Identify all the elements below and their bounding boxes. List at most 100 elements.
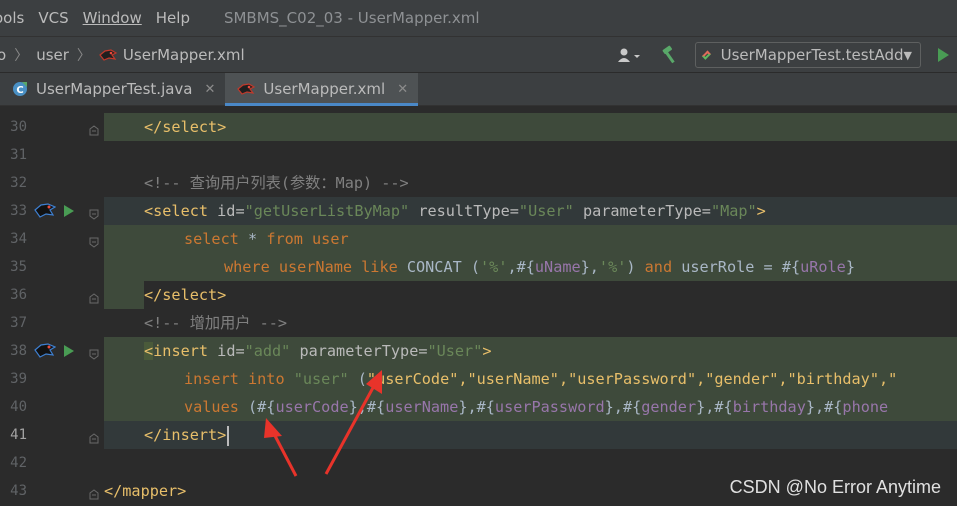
code-line: 37 <!-- 增加用户 --> [0,309,957,337]
sql-text: },#{ [458,398,495,416]
sql-keyword: values [184,398,239,416]
xml-tag: > [482,342,492,360]
chevron-right-icon: 〉 [14,47,29,64]
sql-text: * [238,230,267,248]
sql-column: userName [269,258,362,276]
fold-marker-icon[interactable] [89,233,99,248]
code-line: 39 insert into "user" ("userCode","userN… [0,365,957,393]
chevron-right-icon: 〉 [76,47,91,64]
close-icon[interactable]: ✕ [397,82,408,97]
code-line: 42 [0,449,957,477]
xml-tag: < [144,342,154,360]
xml-attribute: id= [208,202,245,220]
xml-close-tag: </select> [144,286,227,304]
window-title: SMBMS_C02_03 - UserMapper.xml [223,9,480,27]
run-gutter-icon[interactable] [63,203,75,222]
editor-tab-bar: C UserMapperTest.java ✕ UserMapper.xml ✕ [0,73,957,106]
run-button[interactable] [929,47,957,63]
mybatis-bird-icon [99,48,117,62]
sql-columns: "userCode","userName","userPassword","ge… [366,370,898,388]
xml-tag: insert [153,342,209,360]
xml-value: "Map" [710,202,757,220]
xml-value: "User" [518,202,574,220]
sql-param: userName [385,398,459,416]
sql-text: } [845,258,855,276]
menu-help[interactable]: Help [156,9,190,27]
sql-text: CONCAT ( [397,258,481,276]
code-editor[interactable]: 30 </select> 31 32 <!-- 查询用户列表(参数：Map) -… [0,106,957,506]
sql-string: '%' [598,258,627,276]
breadcrumb-item-file[interactable]: UserMapper.xml [123,46,245,64]
user-account-icon[interactable] [615,44,645,66]
xml-value: "getUserListByMap" [244,202,410,220]
xml-tag: > [756,202,766,220]
tab-label: UserMapper.xml [263,80,386,98]
mybatis-bird-icon [237,82,256,96]
sql-text: },#{ [696,398,733,416]
code-line: 36 </select> [0,281,957,309]
code-line: 31 [0,141,957,169]
sql-keyword: from [266,230,303,248]
line-number: 36 [10,287,27,303]
menu-tools[interactable]: ools [0,9,24,27]
fold-marker-icon[interactable] [89,485,99,500]
close-icon[interactable]: ✕ [205,82,216,97]
xml-comment: <!-- 增加用户 --> [144,314,288,332]
xml-attribute: resultType= [409,202,519,220]
code-line: 41 </insert> [0,421,957,449]
code-line: 34 select * from user [0,225,957,253]
xml-close-tag: </select> [144,118,227,136]
xml-attribute: parameterType= [573,202,711,220]
xml-value: "User" [427,342,483,360]
sql-text: ) [626,258,645,276]
xml-close-tag: </insert> [144,426,227,444]
svg-text:C: C [16,85,23,96]
xml-value: "add" [244,342,291,360]
sql-text: userRole = #{ [672,258,801,276]
sql-keyword: where [224,258,270,276]
line-number: 42 [10,455,27,471]
fold-marker-icon[interactable] [89,429,99,444]
sql-text: (#{ [238,398,276,416]
sql-keyword: like [361,258,398,276]
mybatis-bird-icon[interactable] [34,201,57,223]
fold-marker-icon[interactable] [89,205,99,220]
sql-text: },#{ [805,398,843,416]
line-number: 30 [10,119,27,135]
tab-usermapper-xml[interactable]: UserMapper.xml ✕ [225,73,419,106]
code-line: 40 values (#{userCode},#{userName},#{use… [0,393,957,421]
code-line: 32 <!-- 查询用户列表(参数：Map) --> [0,169,957,197]
xml-comment: <!-- 查询用户列表(参数：Map) --> [144,174,409,192]
sql-keyword: into [238,370,294,388]
code-line: 35 where userName like CONCAT ('%',#{uNa… [0,253,957,281]
run-gutter-icon[interactable] [63,343,75,362]
sql-param: userPassword [494,398,605,416]
fold-marker-icon[interactable] [89,289,99,304]
xml-tag: <select [144,202,209,220]
build-hammer-icon[interactable] [655,42,685,68]
sql-string: '%' [480,258,508,276]
run-configuration-label: UserMapperTest.testAdd [720,46,904,64]
tab-usermappertest-java[interactable]: C UserMapperTest.java ✕ [0,73,225,105]
navigation-bar: o 〉 user 〉 UserMapper.xml UserMapperTest… [0,37,957,73]
dropdown-arrow-icon: ▼ [903,48,912,62]
line-number: 40 [10,399,27,415]
junit-config-icon [701,50,711,60]
menu-window[interactable]: Window [83,9,142,27]
sql-text: },#{ [348,398,386,416]
code-line: 38 <insert id="add" parameterType="User"… [0,337,957,365]
sql-keyword: select [184,230,239,248]
breadcrumb-item-partial[interactable]: o [0,46,6,64]
fold-marker-icon[interactable] [89,121,99,136]
menu-vcs[interactable]: VCS [38,9,68,27]
text-caret [227,425,230,446]
sql-text: ( [348,370,367,388]
sql-param: phone [842,398,889,416]
line-number: 39 [10,371,27,387]
sql-param: uRole [800,258,846,276]
xml-attribute: parameterType= [290,342,428,360]
fold-marker-icon[interactable] [89,345,99,360]
run-configuration-select[interactable]: UserMapperTest.testAdd ▼ [695,42,921,68]
breadcrumb-item-user[interactable]: user [36,46,69,64]
mybatis-bird-icon[interactable] [34,341,57,363]
